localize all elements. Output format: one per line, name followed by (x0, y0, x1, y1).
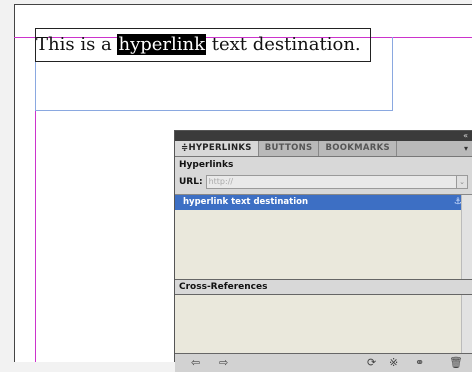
next-arrow-icon[interactable]: ⇨ (219, 356, 228, 370)
new-hyperlink-icon[interactable]: ※ (389, 356, 398, 370)
text-after: text destination. (206, 34, 361, 55)
previous-arrow-icon[interactable]: ⇦ (191, 356, 200, 370)
list-item[interactable]: hyperlink text destination ⚓ (175, 195, 472, 210)
url-dropdown-icon[interactable]: ⌄ (457, 175, 468, 189)
hyperlinks-scrollbar[interactable] (461, 195, 472, 279)
cross-references-scrollbar[interactable] (461, 295, 472, 353)
document-text[interactable]: This is a hyperlink text destination. (36, 33, 361, 57)
cross-references-list[interactable] (175, 295, 472, 354)
hyperlinks-heading: Hyperlinks (179, 160, 234, 170)
tab-bookmarks-label: BOOKMARKS (325, 143, 390, 153)
url-row: URL: http:// ⌄ (175, 173, 472, 191)
tab-hyperlinks[interactable]: ≑HYPERLINKS (175, 141, 259, 156)
tab-bookmarks[interactable]: BOOKMARKS (319, 141, 397, 156)
url-label: URL: (179, 177, 203, 187)
text-before: This is a (36, 34, 118, 55)
tab-hyperlinks-label: HYPERLINKS (188, 143, 252, 153)
panel-menu-icon[interactable]: ▾ (464, 141, 468, 156)
panel-tabs: ≑HYPERLINKS BUTTONS BOOKMARKS ▾ (175, 141, 472, 157)
trash-icon[interactable]: 🗑 (449, 356, 463, 370)
selected-hyperlink-text[interactable]: hyperlink (117, 34, 207, 55)
cross-references-heading: Cross-References (175, 280, 472, 295)
url-input[interactable]: http:// (205, 175, 457, 189)
refresh-icon[interactable]: ⟳ (367, 356, 376, 370)
chain-link-icon[interactable]: ⚭ (415, 356, 424, 370)
panel-header-bar: « (175, 131, 472, 141)
hyperlinks-panel: « ≑HYPERLINKS BUTTONS BOOKMARKS ▾ Hyperl… (174, 130, 472, 372)
panel-bottom-bar: ⇦ ⇨ ⟳ ※ ⚭ 🗑 (175, 354, 472, 372)
tab-buttons-label: BUTTONS (264, 143, 313, 153)
tab-buttons[interactable]: BUTTONS (259, 141, 320, 156)
list-item-label: hyperlink text destination (183, 197, 308, 207)
collapse-icon[interactable]: « (463, 131, 468, 141)
hyperlinks-list[interactable]: hyperlink text destination ⚓ (175, 194, 472, 280)
